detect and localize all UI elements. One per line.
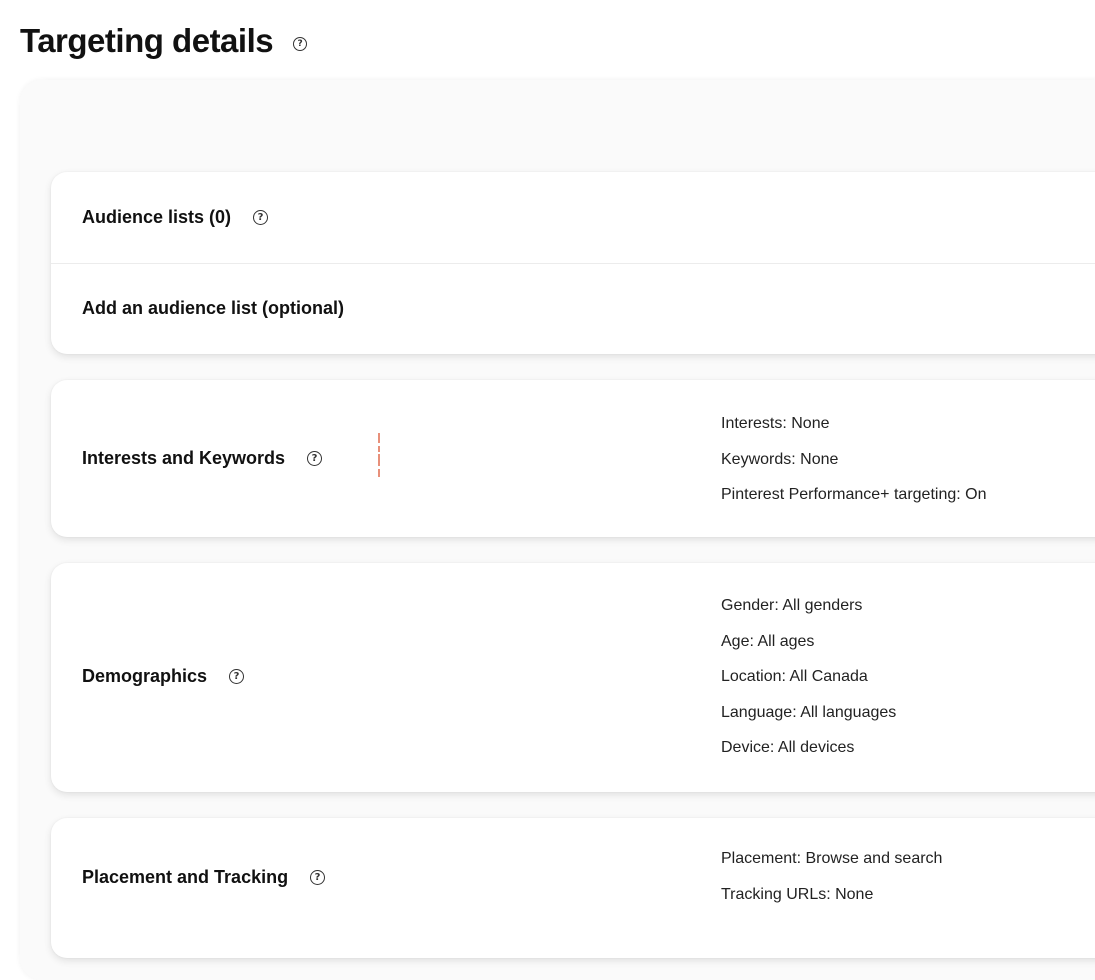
summary-line: Age: All ages <box>721 632 815 650</box>
help-circle-icon[interactable]: ? <box>310 870 326 885</box>
help-circle-icon[interactable]: ? <box>293 37 308 51</box>
summary-line: Location: All Canada <box>721 668 868 685</box>
interests-keywords-header[interactable]: Interests and Keywords ? <box>82 448 323 469</box>
audience-lists-header[interactable]: Audience lists (0) ? <box>82 207 269 228</box>
summary-line: Language: All languages <box>721 703 897 721</box>
help-circle-icon[interactable]: ? <box>229 669 245 684</box>
summary-line: Gender: All genders <box>721 597 863 614</box>
summary-line: Interests: None <box>721 415 830 432</box>
demographics-header[interactable]: Demographics ? <box>82 666 245 687</box>
placement-tracking-title: Placement and Tracking <box>82 867 289 887</box>
page-header: Targeting details ? <box>20 22 308 60</box>
placement-tracking-header[interactable]: Placement and Tracking ? <box>82 867 326 888</box>
interests-summary: Interests: None Keywords: None Pinterest… <box>721 406 986 513</box>
page-title: Targeting details <box>20 22 274 59</box>
interests-keywords-title: Interests and Keywords <box>82 448 286 468</box>
placement-summary: Placement: Browse and search Tracking UR… <box>721 841 942 912</box>
help-circle-icon[interactable]: ? <box>307 451 323 466</box>
text-cursor-mark <box>378 433 380 485</box>
summary-line: Device: All devices <box>721 739 855 756</box>
summary-line: Placement: Browse and search <box>721 850 943 867</box>
audience-lists-title: Audience lists (0) <box>82 207 232 227</box>
add-audience-list-label: Add an audience list (optional) <box>82 298 345 318</box>
summary-line: Tracking URLs: None <box>721 885 874 903</box>
demographics-summary: Gender: All genders Age: All ages Locati… <box>721 588 896 766</box>
summary-line: Keywords: None <box>721 450 839 468</box>
demographics-card[interactable]: Demographics ? Gender: All genders Age: … <box>51 563 1095 792</box>
audience-lists-card: Audience lists (0) ? Add an audience lis… <box>51 172 1095 354</box>
demographics-title: Demographics <box>82 666 208 686</box>
help-circle-icon[interactable]: ? <box>253 210 269 225</box>
interests-keywords-card[interactable]: Interests and Keywords ? Interests: None… <box>51 380 1095 537</box>
add-audience-list-button[interactable]: Add an audience list (optional) <box>82 298 344 319</box>
summary-line: Pinterest Performance+ targeting: On <box>721 486 987 503</box>
divider <box>51 263 1095 264</box>
placement-tracking-card[interactable]: Placement and Tracking ? Placement: Brow… <box>51 818 1095 958</box>
